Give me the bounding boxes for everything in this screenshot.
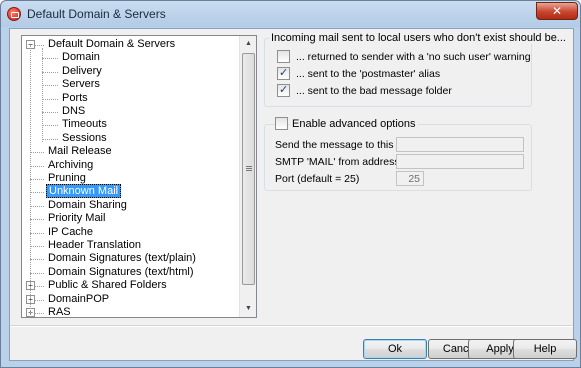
- enable-advanced-label[interactable]: Enable advanced options: [290, 118, 418, 130]
- send-to-host-input[interactable]: [396, 137, 524, 152]
- tree-connector: [30, 192, 44, 193]
- tree-item[interactable]: Ports: [60, 92, 90, 105]
- grip-line: [246, 166, 252, 167]
- ok-button[interactable]: Ok: [363, 339, 427, 359]
- button-separator: [10, 325, 573, 327]
- tree-item-label: Ports: [62, 92, 88, 104]
- window-title: Default Domain & Servers: [27, 7, 166, 21]
- tree-item-label: Pruning: [48, 172, 86, 184]
- tree-connector: [30, 219, 44, 220]
- tree-item[interactable]: Timeouts: [60, 118, 109, 131]
- scroll-up-arrow-icon[interactable]: ▲: [241, 36, 256, 52]
- tree-item-label: Domain Signatures (text/html): [48, 266, 194, 278]
- tree-item[interactable]: Archiving: [46, 159, 95, 172]
- tree-item[interactable]: Public & Shared Folders: [46, 279, 169, 292]
- bad-message-folder-checkbox[interactable]: [277, 83, 290, 97]
- tree-item-label: Servers: [62, 78, 100, 90]
- tree-item[interactable]: Domain Signatures (text/html): [46, 266, 196, 279]
- tree-connector: [42, 139, 58, 140]
- enable-advanced-checkbox[interactable]: [275, 117, 288, 130]
- tree-item-label: IP Cache: [48, 226, 94, 238]
- tree-item[interactable]: Default Domain & Servers: [46, 38, 177, 51]
- settings-tree[interactable]: ▲ ▼ Default Domain & Servers − Domain Deliv…: [21, 35, 257, 318]
- unknown-mail-group-title: Incoming mail sent to local users who do…: [269, 32, 568, 44]
- tree-item-label: Domain: [62, 51, 100, 63]
- tree-scrollbar[interactable]: ▲ ▼: [239, 36, 256, 317]
- return-to-sender-label[interactable]: ... returned to sender with a 'no such u…: [296, 51, 531, 63]
- tree-connector: [42, 112, 58, 113]
- send-to-postmaster-checkbox[interactable]: [277, 66, 290, 80]
- tree-item[interactable]: DNS: [60, 105, 87, 118]
- mdaemon-app-icon: [7, 7, 21, 21]
- tree-connector: [42, 48, 43, 142]
- tree-item[interactable]: IP Cache: [46, 226, 95, 239]
- grip-line: [246, 168, 252, 169]
- tree-item-label: Delivery: [62, 65, 102, 77]
- tree-connector: [30, 233, 44, 234]
- dialog-window: Default Domain & Servers ✕ ▲ ▼ Default D…: [0, 0, 581, 368]
- help-button[interactable]: Help: [513, 339, 577, 359]
- port-input[interactable]: 25: [396, 171, 424, 186]
- tree-connector: [30, 166, 44, 167]
- tree-item[interactable]: Domain: [60, 51, 102, 64]
- tree-connector: [30, 152, 44, 153]
- scrollbar-thumb[interactable]: [242, 53, 255, 285]
- dialog-body: ▲ ▼ Default Domain & Servers − Domain Deliv…: [9, 28, 577, 361]
- tree-item-label: Domain Signatures (text/plain): [48, 252, 196, 264]
- tree-connector: [42, 85, 58, 86]
- smtp-mail-from-label: SMTP 'MAIL' from address: [275, 156, 400, 168]
- tree-connector: [42, 72, 58, 73]
- tree-connector: [30, 259, 44, 260]
- close-button[interactable]: ✕: [536, 2, 578, 20]
- tree-item[interactable]: Sessions: [60, 132, 109, 145]
- tree-item-label: Mail Release: [48, 145, 112, 157]
- tree-item-label: Header Translation: [48, 239, 141, 251]
- tree-item-label: Domain Sharing: [48, 199, 127, 211]
- tree-connector: [30, 179, 44, 180]
- tree-item[interactable]: Domain Sharing: [46, 199, 129, 212]
- tree-item-label: Public & Shared Folders: [48, 279, 167, 291]
- bad-message-folder-label[interactable]: ... sent to the bad message folder: [296, 85, 452, 97]
- tree-item-label: Default Domain & Servers: [48, 38, 176, 50]
- scroll-down-arrow-icon[interactable]: ▼: [241, 301, 256, 317]
- tree-item-label: Sessions: [62, 132, 107, 144]
- smtp-mail-from-input[interactable]: [396, 154, 524, 169]
- tree-item-label: RAS: [48, 306, 71, 318]
- tree-item[interactable]: Unknown Mail: [46, 184, 122, 198]
- title-bar[interactable]: Default Domain & Servers ✕: [1, 1, 580, 27]
- tree-connector: [42, 125, 58, 126]
- tree-item[interactable]: Domain Signatures (text/plain): [46, 252, 198, 265]
- tree-item-label: DNS: [62, 105, 86, 117]
- tree-item[interactable]: Header Translation: [46, 239, 143, 252]
- grip-line: [246, 170, 252, 171]
- tree-item[interactable]: Mail Release: [46, 145, 114, 158]
- tree-item-label: Unknown Mail: [46, 184, 122, 198]
- tree-connector: [30, 273, 44, 274]
- tree-item-label: DomainPOP: [48, 293, 110, 305]
- tree-connector: [30, 246, 44, 247]
- tree-connector: [30, 45, 31, 317]
- tree-item[interactable]: Delivery: [60, 65, 104, 78]
- return-to-sender-checkbox[interactable]: [277, 50, 290, 63]
- send-to-postmaster-label[interactable]: ... sent to the 'postmaster' alias: [296, 68, 440, 80]
- tree-item[interactable]: DomainPOP: [46, 293, 111, 306]
- tree-item-label: Archiving: [48, 159, 94, 171]
- port-label: Port (default = 25): [275, 173, 360, 185]
- tree-item[interactable]: Servers: [60, 78, 102, 91]
- tree-item[interactable]: Priority Mail: [46, 212, 107, 225]
- tree-connector: [42, 58, 58, 59]
- close-icon: ✕: [551, 4, 563, 18]
- tree-item-label: Timeouts: [62, 118, 107, 130]
- tree-item-label: Priority Mail: [48, 212, 106, 224]
- tree-connector: [42, 99, 58, 100]
- tree-item[interactable]: RAS: [46, 306, 73, 318]
- tree-connector: [30, 206, 44, 207]
